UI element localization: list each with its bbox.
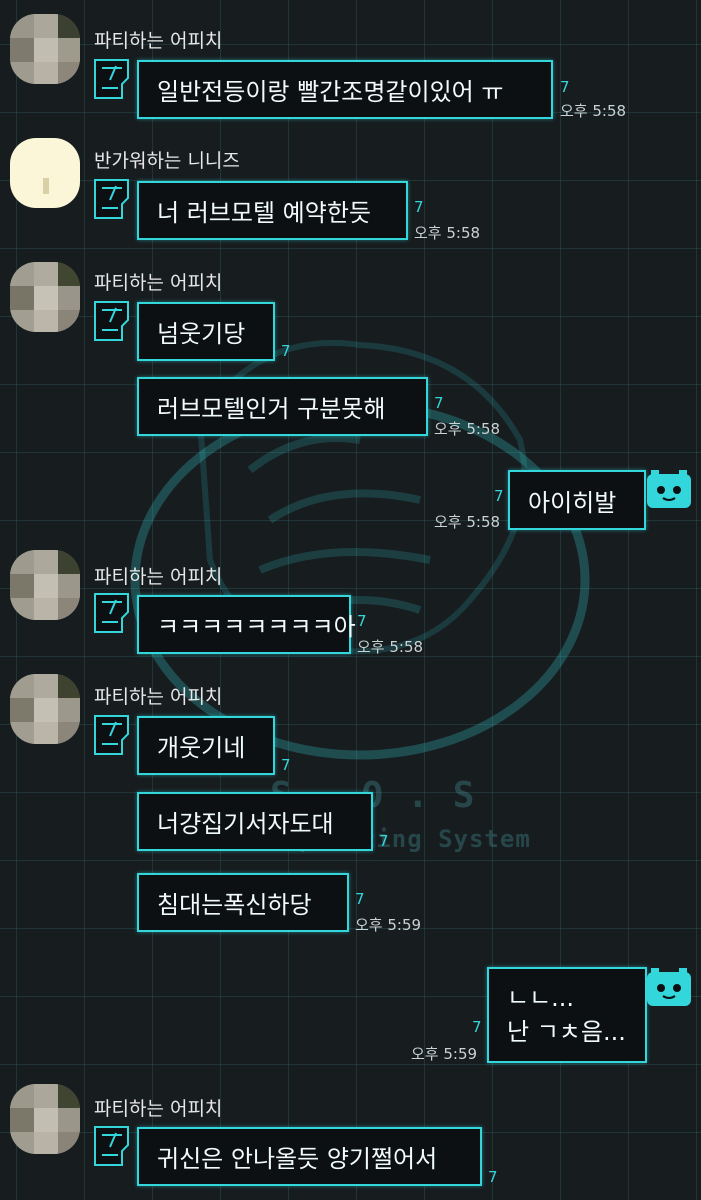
message-bubble[interactable]: 너걍집기서자도대 [137, 792, 373, 851]
robot-tag-icon [94, 301, 129, 341]
read-count: 7 [357, 612, 367, 630]
message-bubble[interactable]: 너 러브모텔 예약한듯 [137, 181, 408, 240]
message-text: ㅋㅋㅋㅋㅋㅋㅋㅋ아 [157, 613, 356, 641]
sender-name: 반가워하는 니니즈 [94, 150, 240, 172]
message-text: 침대는폭신하당 [157, 891, 312, 919]
avatar[interactable] [10, 14, 80, 84]
message-bubble[interactable]: ㄴㄴ... 난 ㄱㅊ음... [487, 967, 647, 1063]
message-bubble[interactable]: 개웃기네 [137, 716, 275, 775]
sender-name: 파티하는 어피치 [94, 272, 223, 294]
robot-face-icon [647, 470, 691, 508]
read-count: 7 [414, 198, 424, 216]
avatar[interactable] [10, 550, 80, 620]
message-bubble[interactable]: 아이히발 [508, 470, 646, 530]
read-count: 7 [379, 832, 389, 850]
read-count: 7 [472, 1018, 482, 1036]
message-text: 개웃기네 [157, 734, 246, 762]
robot-tag-icon [94, 1126, 129, 1166]
avatar-mark [43, 178, 49, 194]
message-line: 난 ㄱㅊ음... [507, 1018, 626, 1046]
avatar[interactable] [10, 138, 80, 208]
timestamp: 오후 5:58 [414, 224, 481, 242]
message-text: 러브모텔인거 구분못해 [157, 395, 386, 423]
sender-name: 파티하는 어피치 [94, 30, 223, 52]
message-text: 귀신은 안나올듯 양기쩔어서 [157, 1145, 438, 1173]
timestamp: 오후 5:58 [434, 420, 501, 438]
read-count: 7 [281, 756, 291, 774]
read-count: 7 [560, 78, 570, 96]
message-text: 아이히발 [528, 488, 617, 517]
read-count: 7 [488, 1168, 498, 1186]
sender-name: 파티하는 어피치 [94, 686, 223, 708]
read-count: 7 [434, 394, 444, 412]
robot-tag-icon [94, 59, 129, 99]
message-text: 넘웃기당 [157, 320, 246, 348]
message-bubble[interactable]: ㅋㅋㅋㅋㅋㅋㅋㅋ아 [137, 595, 356, 654]
message-bubble[interactable]: 귀신은 안나올듯 양기쩔어서 [137, 1127, 482, 1186]
avatar[interactable] [10, 262, 80, 332]
read-count: 7 [355, 890, 365, 908]
timestamp: 오후 5:59 [355, 916, 422, 934]
timestamp: 오후 5:59 [411, 1045, 478, 1063]
message-bubble[interactable]: 러브모텔인거 구분못해 [137, 377, 428, 436]
sender-name: 파티하는 어피치 [94, 1098, 223, 1120]
avatar[interactable] [10, 1084, 80, 1154]
message-text: 일반전등이랑 빨간조명같이있어 ㅠ [157, 78, 504, 106]
robot-face-icon [647, 968, 691, 1006]
avatar[interactable] [10, 674, 80, 744]
timestamp: 오후 5:58 [434, 513, 501, 531]
message-bubble[interactable]: 일반전등이랑 빨간조명같이있어 ㅠ [137, 60, 553, 119]
message-line: ㄴㄴ... [507, 984, 575, 1012]
message-text: 너 러브모텔 예약한듯 [157, 199, 371, 227]
robot-tag-icon [94, 179, 129, 219]
robot-tag-icon [94, 593, 129, 633]
timestamp: 오후 5:58 [560, 102, 627, 120]
message-bubble[interactable]: 넘웃기당 [137, 302, 275, 361]
message-text: 너걍집기서자도대 [157, 810, 334, 838]
sender-name: 파티하는 어피치 [94, 566, 223, 588]
read-count: 7 [494, 487, 504, 505]
read-count: 7 [281, 342, 291, 360]
timestamp: 오후 5:58 [357, 638, 424, 656]
robot-tag-icon [94, 715, 129, 755]
message-bubble[interactable]: 침대는폭신하당 [137, 873, 349, 932]
